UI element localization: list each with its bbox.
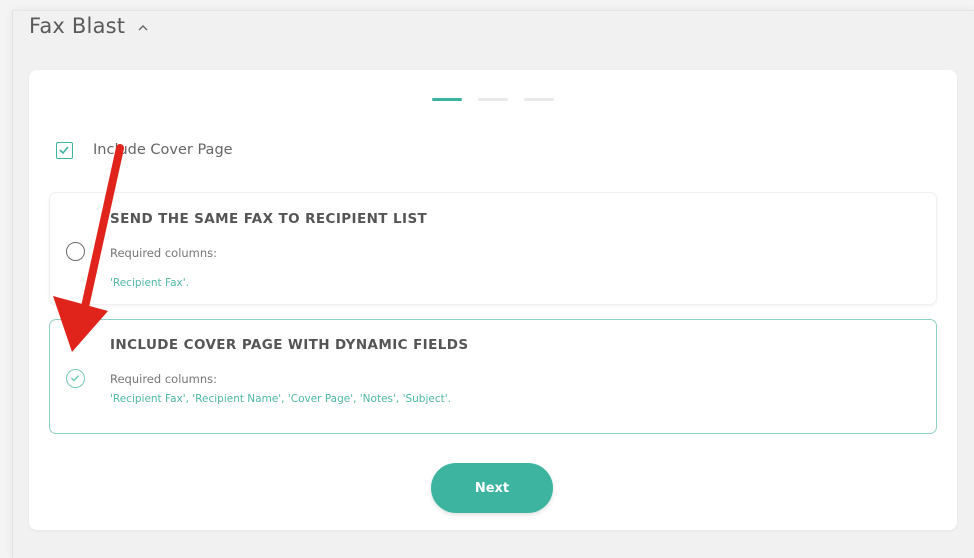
required-columns-list: 'Recipient Fax'. bbox=[110, 277, 189, 289]
radio-same-fax[interactable] bbox=[66, 242, 85, 261]
required-columns-label: Required columns: bbox=[110, 372, 218, 386]
include-cover-page-label[interactable]: Include Cover Page bbox=[93, 142, 233, 158]
option-title: SEND THE SAME FAX TO RECIPIENT LIST bbox=[110, 211, 428, 227]
include-cover-page-checkbox[interactable] bbox=[56, 142, 73, 159]
fax-blast-card: Include Cover Page SEND THE SAME FAX TO … bbox=[29, 70, 957, 530]
option-same-fax[interactable]: SEND THE SAME FAX TO RECIPIENT LIST Requ… bbox=[49, 192, 937, 305]
step-2-indicator bbox=[478, 98, 508, 101]
next-button[interactable]: Next bbox=[431, 463, 553, 513]
page-title: Fax Blast bbox=[29, 14, 126, 38]
step-indicator bbox=[432, 98, 554, 104]
required-columns-list: 'Recipient Fax', 'Recipient Name', 'Cove… bbox=[110, 393, 451, 405]
chevron-up-icon[interactable] bbox=[136, 23, 150, 33]
step-3-indicator bbox=[524, 98, 554, 101]
required-columns-label: Required columns: bbox=[110, 246, 218, 260]
checkmark-icon bbox=[59, 146, 69, 155]
check-circle-icon bbox=[70, 375, 80, 382]
radio-dynamic-cover[interactable] bbox=[66, 369, 85, 388]
option-title: INCLUDE COVER PAGE WITH DYNAMIC FIELDS bbox=[110, 337, 469, 353]
option-dynamic-cover[interactable]: INCLUDE COVER PAGE WITH DYNAMIC FIELDS R… bbox=[49, 319, 937, 434]
step-1-indicator bbox=[432, 98, 462, 101]
